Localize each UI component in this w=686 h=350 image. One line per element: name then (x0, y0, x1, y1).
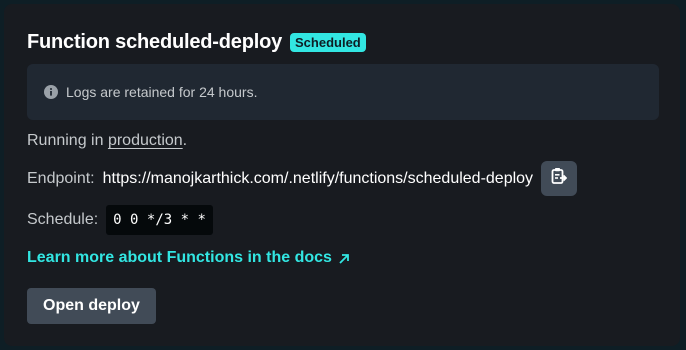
schedule-label: Schedule: (27, 211, 99, 228)
cron-expression: 0 0 */3 * * (106, 205, 213, 235)
info-icon (44, 85, 58, 99)
endpoint-row: Endpoint: https://manojkarthick.com/.net… (27, 161, 578, 196)
external-arrow-icon (338, 252, 350, 264)
context-suffix: . (182, 132, 188, 149)
deploy-context: Running in production. (27, 132, 187, 150)
function-card: Function scheduled-deploy Scheduled Logs… (4, 4, 680, 346)
page-title: Function scheduled-deploy (27, 31, 283, 53)
copy-endpoint-button[interactable] (541, 161, 578, 196)
open-deploy-button[interactable]: Open deploy (27, 288, 156, 324)
production-link[interactable]: production (108, 132, 183, 149)
status-badge: Scheduled (290, 33, 366, 52)
clipboard-icon (551, 167, 568, 190)
endpoint-url: https://manojkarthick.com/.netlify/funct… (102, 169, 534, 187)
title-row: Function scheduled-deploy Scheduled (27, 31, 366, 54)
functions-docs-link[interactable]: Learn more about Functions in the docs (27, 249, 350, 267)
schedule-row: Schedule: 0 0 */3 * * (27, 205, 213, 235)
log-retention-notice: Logs are retained for 24 hours. (27, 64, 659, 120)
endpoint-label: Endpoint: (27, 169, 95, 187)
docs-link-text: Learn more about Functions in the docs (27, 249, 332, 266)
notice-text: Logs are retained for 24 hours. (66, 84, 258, 100)
context-prefix: Running in (27, 132, 104, 149)
